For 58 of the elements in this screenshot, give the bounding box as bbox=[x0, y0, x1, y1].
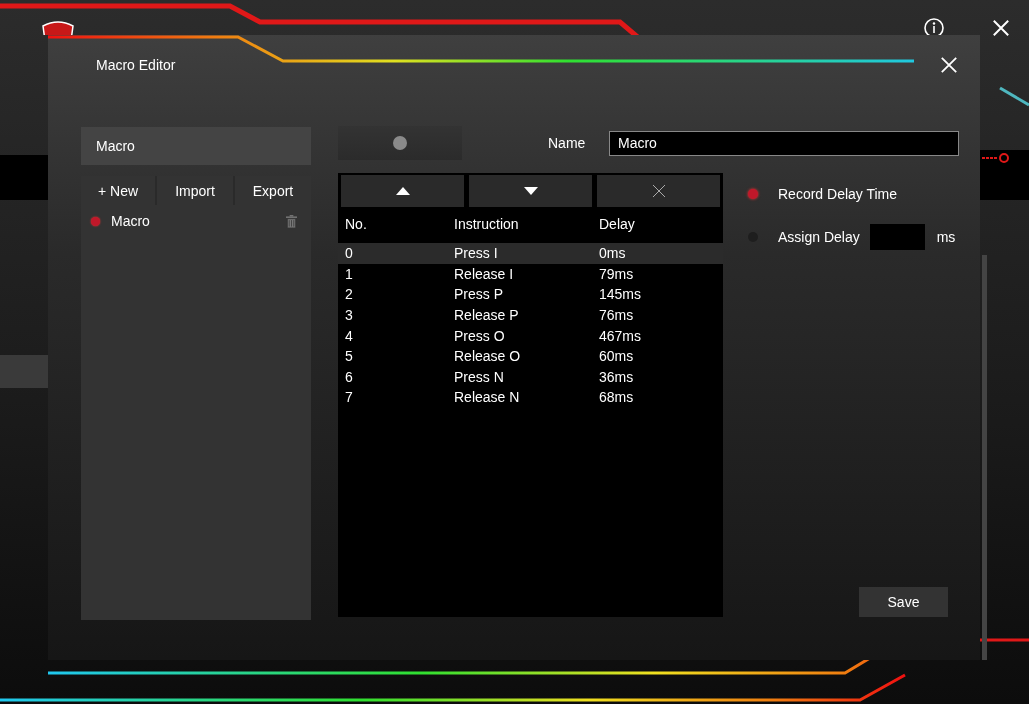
save-button[interactable]: Save bbox=[859, 587, 948, 617]
table-cell-text: 76ms bbox=[599, 307, 635, 324]
table-cell-text: Press O bbox=[454, 327, 506, 344]
dialog-title: Macro Editor bbox=[96, 57, 176, 73]
close-icon bbox=[651, 184, 666, 198]
table-cell-text: Release N bbox=[454, 389, 521, 406]
macro-action-button[interactable]: Export bbox=[235, 176, 311, 205]
close-icon[interactable] bbox=[992, 19, 1010, 37]
down-triangle-icon bbox=[523, 187, 538, 195]
table-cell-text: 4 bbox=[345, 327, 354, 344]
option-label: Assign Delay bbox=[778, 229, 860, 245]
name-input-field[interactable]: Macro bbox=[609, 130, 959, 156]
table-cell-text: 7 bbox=[345, 389, 354, 406]
column-header: Delay bbox=[599, 216, 636, 232]
slider-track[interactable] bbox=[338, 126, 462, 160]
table-cell-text: Release O bbox=[454, 348, 522, 365]
name-label: Name bbox=[548, 135, 587, 151]
scrollbar[interactable] bbox=[982, 255, 987, 660]
table-row[interactable]: 6 Press N 36ms bbox=[338, 366, 723, 388]
macro-list-header: Macro bbox=[81, 127, 311, 165]
table-cell-text: Press I bbox=[454, 245, 499, 262]
slider-thumb[interactable] bbox=[393, 136, 407, 150]
table-cell-text: 145ms bbox=[599, 286, 643, 303]
table-cell-text: 60ms bbox=[599, 348, 635, 365]
table-cell-text: Press N bbox=[454, 368, 505, 385]
delay-input-field[interactable] bbox=[869, 224, 925, 250]
trash-icon[interactable] bbox=[286, 214, 297, 228]
table-row[interactable]: 5 Release O 60ms bbox=[338, 345, 723, 367]
table-row[interactable]: 0 Press I 0ms bbox=[338, 243, 723, 264]
macro-list-item[interactable]: Macro bbox=[111, 213, 286, 229]
table-cell-text: 68ms bbox=[599, 389, 635, 406]
table-cell-text: 0 bbox=[345, 245, 354, 262]
table-row[interactable]: 3 Release P 76ms bbox=[338, 304, 723, 326]
table-cell-text: 79ms bbox=[599, 265, 635, 282]
table-cell-text: 467ms bbox=[599, 327, 643, 344]
unit-label: ms bbox=[936, 229, 956, 245]
table-cell-text: 36ms bbox=[599, 368, 635, 385]
column-header: Instruction bbox=[454, 216, 520, 232]
close-icon[interactable] bbox=[940, 56, 958, 74]
radio-button[interactable] bbox=[748, 189, 758, 199]
table-cell-text: 0ms bbox=[599, 245, 627, 262]
table-cell-text: Release I bbox=[454, 265, 515, 282]
table-cell-text: 3 bbox=[345, 307, 354, 324]
table-row[interactable]: 7 Release N 68ms bbox=[338, 387, 723, 408]
table-cell-text: 5 bbox=[345, 348, 354, 365]
table-cell-text: Press P bbox=[454, 286, 504, 303]
up-triangle-icon bbox=[395, 187, 410, 195]
table-cell-text: Release P bbox=[454, 307, 520, 324]
table-cell-text: 6 bbox=[345, 368, 354, 385]
table-row[interactable]: 4 Press O 467ms bbox=[338, 325, 723, 346]
macro-action-button[interactable]: + New bbox=[81, 176, 157, 205]
column-header: No. bbox=[345, 216, 368, 232]
table-row[interactable]: 2 Press P 145ms bbox=[338, 284, 723, 305]
option-label: Record Delay Time bbox=[778, 186, 898, 202]
macro-action-button[interactable]: Import bbox=[157, 176, 235, 205]
table-cell-text: 1 bbox=[345, 265, 354, 282]
table-cell-text: 2 bbox=[345, 286, 354, 303]
table-row[interactable]: 1 Release I 79ms bbox=[338, 263, 723, 285]
